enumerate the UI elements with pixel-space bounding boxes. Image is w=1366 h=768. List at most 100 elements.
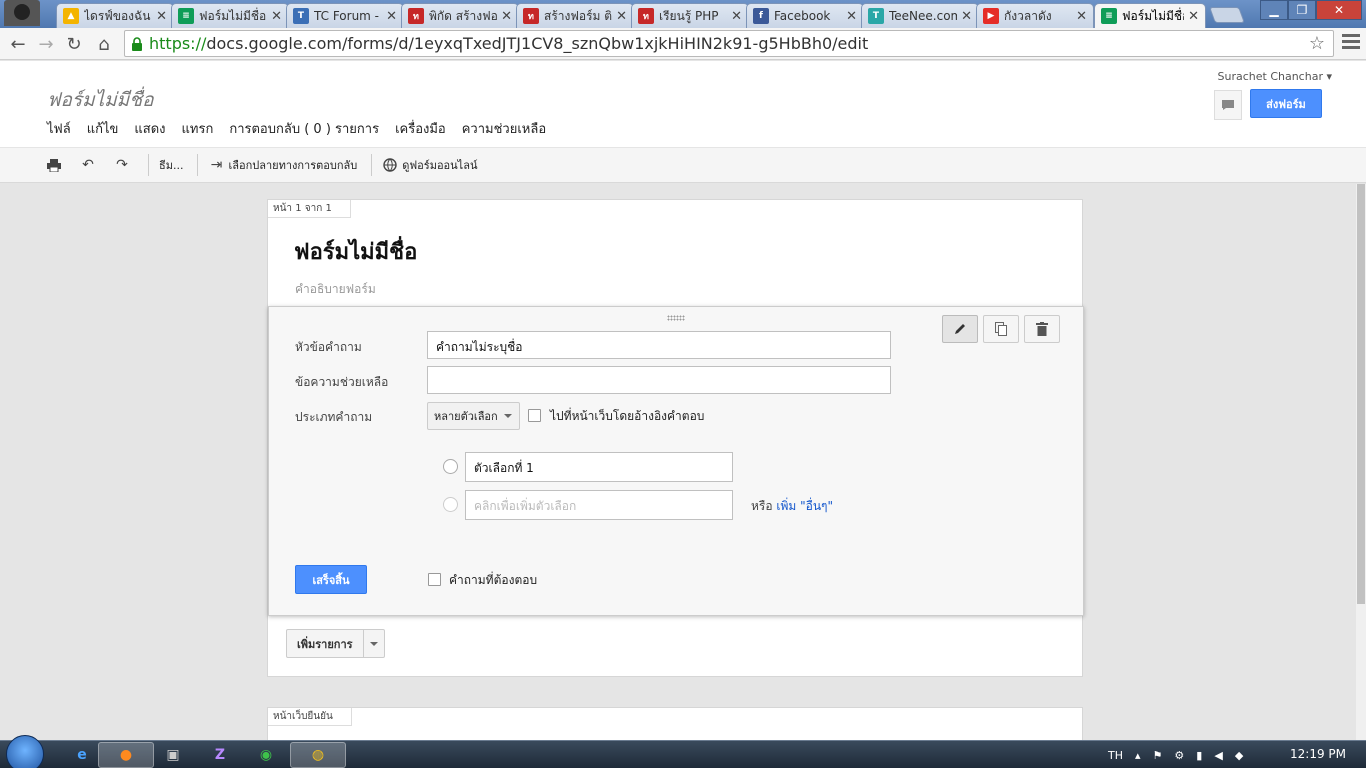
tab-forms-1[interactable]: ≡ ฟอร์มไม่มีชื่อ ✕: [171, 3, 289, 28]
option-1-input[interactable]: ตัวเลือกที่ 1: [465, 452, 733, 482]
tab-tc-forum[interactable]: T TC Forum - ✕: [286, 3, 404, 28]
question-title-input[interactable]: คำถามไม่ระบุชื่อ: [427, 331, 891, 359]
tab-forms-active[interactable]: ≡ ฟอร์มไม่มีชื่อ ✕: [1094, 3, 1206, 28]
confirmation-page: หน้าเว็บยืนยัน: [267, 707, 1083, 740]
duplicate-question-button[interactable]: [983, 315, 1019, 343]
close-icon[interactable]: ✕: [846, 9, 857, 24]
globe-icon: [382, 157, 398, 173]
account-menu[interactable]: Surachet Chanchar ▾: [1218, 70, 1333, 83]
menu-help[interactable]: ความช่วยเหลือ: [462, 118, 546, 139]
toolbar-divider: [371, 154, 373, 176]
scrollbar-thumb[interactable]: [1357, 184, 1365, 604]
action-center-icon[interactable]: ⚑: [1153, 749, 1163, 762]
menu-insert[interactable]: แทรก: [182, 118, 214, 139]
tab-google-drive[interactable]: ▲ ไดรฟ์ของฉัน ✕: [56, 3, 174, 28]
back-icon[interactable]: ←: [6, 32, 30, 56]
vertical-scrollbar[interactable]: [1356, 184, 1366, 740]
response-destination-button[interactable]: ⇥ เลือกปลายทางการตอบกลับ: [208, 156, 358, 174]
show-hidden-icons-icon[interactable]: ▴: [1135, 749, 1141, 762]
send-form-button[interactable]: ส่งฟอร์ม: [1250, 89, 1322, 118]
reload-icon[interactable]: ↻: [62, 32, 86, 56]
address-bar[interactable]: https://docs.google.com/forms/d/1eyxqTxe…: [124, 30, 1334, 57]
close-icon[interactable]: ✕: [501, 9, 512, 24]
delete-question-button[interactable]: [1024, 315, 1060, 343]
close-icon[interactable]: ✕: [1188, 9, 1199, 24]
bookmark-star-icon[interactable]: ☆: [1309, 33, 1325, 54]
close-icon[interactable]: ✕: [386, 9, 397, 24]
tab-php[interactable]: ท เรียนรู้ PHP ✕: [631, 3, 749, 28]
facebook-icon: f: [753, 8, 769, 24]
add-option-input[interactable]: คลิกเพื่อเพิ่มตัวเลือก: [465, 490, 733, 520]
start-button[interactable]: [6, 735, 44, 768]
question-editor-card: หัวข้อคำถาม คำถามไม่ระบุชื่อ ข้อความช่วย…: [268, 306, 1084, 616]
tab-site-b[interactable]: ท สร้างฟอร์ม ติ ✕: [516, 3, 634, 28]
tab-youtube[interactable]: ▶ กังวลาดัง ✕: [976, 3, 1094, 28]
confirmation-page-tag: หน้าเว็บยืนยัน: [268, 708, 352, 726]
undo-button[interactable]: ↶: [80, 157, 100, 173]
drag-handle-icon[interactable]: [667, 315, 685, 321]
comments-button[interactable]: [1214, 90, 1242, 120]
dropbox-icon[interactable]: ◆: [1235, 749, 1243, 762]
menu-responses[interactable]: การตอบกลับ ( 0 ) รายการ: [229, 118, 379, 139]
security-icon[interactable]: ⚙: [1174, 749, 1184, 762]
menu-tools[interactable]: เครื่องมือ: [395, 118, 446, 139]
required-checkbox[interactable]: [428, 573, 441, 586]
tab-facebook[interactable]: f Facebook ✕: [746, 3, 864, 28]
google-forms-icon: ≡: [1101, 8, 1117, 24]
minimize-button[interactable]: ▁: [1260, 0, 1288, 20]
chevron-down-icon[interactable]: [364, 641, 384, 646]
home-icon[interactable]: ⌂: [92, 32, 116, 56]
close-icon[interactable]: ✕: [731, 9, 742, 24]
chrome-menu-icon[interactable]: [1342, 34, 1360, 52]
windows-taskbar: e ● ▣ Z ◉ ◍ TH ▴ ⚑ ⚙ ▮ ◀ ◆ 12:19 PM: [0, 735, 1366, 768]
add-item-button[interactable]: เพิ่มรายการ: [286, 629, 385, 658]
redo-button[interactable]: ↷: [114, 157, 134, 173]
edit-question-button[interactable]: [942, 315, 978, 343]
browser-toolbar: ← → ↻ ⌂ https://docs.google.com/forms/d/…: [0, 28, 1366, 60]
chrome-icon[interactable]: ◍: [290, 742, 346, 768]
print-button[interactable]: [46, 157, 66, 173]
question-title-label: หัวข้อคำถาม: [295, 340, 362, 354]
menu-edit[interactable]: แก้ไข: [87, 118, 119, 139]
view-live-form-button[interactable]: ดูฟอร์มออนไลน์: [382, 156, 477, 174]
volume-icon[interactable]: ◀: [1214, 749, 1222, 762]
toolbar-divider: [148, 154, 149, 176]
close-icon[interactable]: ✕: [156, 9, 167, 24]
youtube-icon: ▶: [983, 8, 999, 24]
document-title[interactable]: ฟอร์มไม่มีชื่อ: [47, 85, 154, 115]
page-navigation-label: ไปที่หน้าเว็บโดยอ้างอิงคำตอบ: [550, 409, 705, 423]
profile-avatar-icon[interactable]: [4, 0, 40, 26]
done-button[interactable]: เสร็จสิ้น: [295, 565, 367, 594]
close-icon[interactable]: ✕: [1076, 9, 1087, 24]
undo-icon: ↶: [82, 157, 94, 173]
network-icon[interactable]: ▮: [1196, 749, 1202, 762]
new-tab-button[interactable]: [1209, 7, 1245, 23]
form-canvas: หน้า 1 จาก 1 ฟอร์มไม่มีชื่อ คำอธิบายฟอร์…: [0, 184, 1356, 740]
forward-icon[interactable]: →: [34, 32, 58, 56]
close-window-button[interactable]: ✕: [1316, 0, 1362, 20]
add-other-link[interactable]: เพิ่ม "อื่นๆ": [776, 499, 833, 513]
page-navigation-checkbox[interactable]: [528, 409, 541, 422]
taskbar-clock[interactable]: 12:19 PM: [1290, 747, 1346, 761]
menu-view[interactable]: แสดง: [134, 118, 165, 139]
tc-forum-icon: T: [293, 8, 309, 24]
line-icon[interactable]: ◉: [238, 742, 294, 768]
form-title[interactable]: ฟอร์มไม่มีชื่อ: [294, 234, 417, 269]
help-text-input[interactable]: [427, 366, 891, 394]
close-icon[interactable]: ✕: [961, 9, 972, 24]
copy-icon: [995, 322, 1007, 336]
menu-file[interactable]: ไฟล์: [47, 118, 71, 139]
question-type-select[interactable]: หลายตัวเลือก: [427, 402, 520, 430]
tab-site-a[interactable]: ท พิกัด สร้างฟอ ✕: [401, 3, 519, 28]
red-site-icon: ท: [408, 8, 424, 24]
add-other-text: หรือ เพิ่ม "อื่นๆ": [751, 499, 834, 513]
restore-button[interactable]: ❐: [1288, 0, 1316, 20]
close-icon[interactable]: ✕: [616, 9, 627, 24]
tab-teenee[interactable]: T TeeNee.com ✕: [861, 3, 979, 28]
close-icon[interactable]: ✕: [271, 9, 282, 24]
google-forms-icon: ≡: [178, 8, 194, 24]
form-description[interactable]: คำอธิบายฟอร์ม: [295, 280, 376, 299]
language-indicator[interactable]: TH: [1108, 749, 1123, 762]
theme-button[interactable]: ธีม...: [159, 156, 183, 174]
chevron-down-icon: [503, 414, 512, 418]
